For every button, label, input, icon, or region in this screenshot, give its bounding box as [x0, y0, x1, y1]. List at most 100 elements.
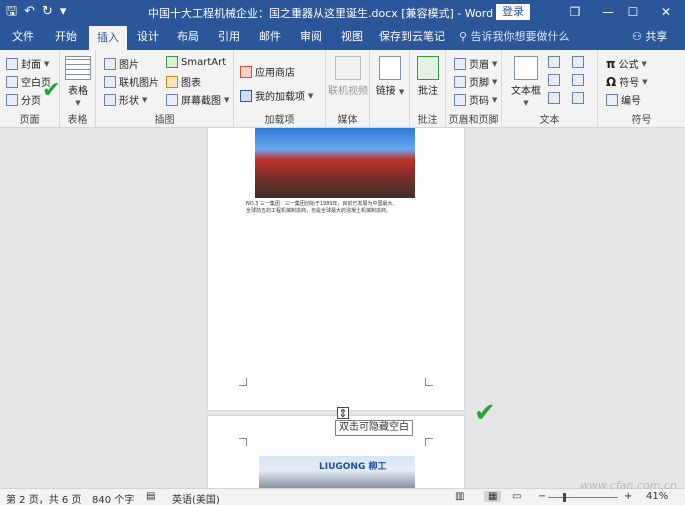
my-addins-icon — [240, 89, 252, 102]
quick-parts-icon[interactable] — [548, 56, 560, 68]
hide-white-space-icon[interactable]: ⇕ — [337, 407, 349, 420]
window-title: 中国十大工程机械企业：国之重器从这里诞生.docx [兼容模式] - Word — [148, 7, 494, 20]
cover-page-button[interactable]: 封面 ▼ — [6, 56, 49, 71]
group-header-footer: 页眉 ▼ 页脚 ▼ 页码 ▼ 页眉和页脚 — [446, 50, 502, 128]
zoom-slider-thumb[interactable] — [563, 493, 566, 502]
zoom-slider[interactable] — [548, 497, 618, 498]
ribbon-display-options-icon[interactable]: ❐ — [560, 2, 590, 22]
header-label: 页眉 — [469, 60, 489, 71]
smartart-label: SmartArt — [181, 56, 227, 68]
page-number-button[interactable]: 页码 ▼ — [454, 92, 497, 107]
online-picture-icon — [104, 75, 116, 88]
page-2[interactable]: NO.3 三一集团：三一集团创始于1989年，目前已发展为中国最大、 全球前五的… — [208, 128, 464, 410]
link-button[interactable]: 链接 ▼ — [374, 56, 406, 97]
shapes-label: 形状 — [119, 96, 139, 107]
read-mode-icon[interactable]: ▥ — [455, 491, 464, 502]
chevron-down-icon: ▼ — [224, 95, 230, 104]
tab-file[interactable]: 文件 — [4, 24, 42, 50]
comment-button[interactable]: 批注 — [414, 56, 442, 97]
screenshot-button[interactable]: 屏幕截图 ▼ — [166, 92, 229, 107]
search-placeholder: 告诉我你想要做什么 — [470, 30, 570, 43]
document-area[interactable]: NO.3 三一集团：三一集团创始于1989年，目前已发展为中国最大、 全球前五的… — [0, 128, 685, 488]
chart-button[interactable]: 图表 — [166, 74, 201, 89]
tab-view[interactable]: 视图 — [334, 24, 370, 50]
comment-icon — [417, 56, 439, 80]
tab-insert[interactable]: 插入 — [89, 26, 127, 50]
language[interactable]: 英语(美国) — [172, 491, 220, 505]
shapes-button[interactable]: 形状 ▼ — [104, 92, 147, 107]
store-button[interactable]: 应用商店 — [240, 64, 295, 79]
online-video-button[interactable]: 联机视频 — [328, 56, 368, 97]
web-layout-icon[interactable]: ▭ — [512, 491, 521, 502]
object-icon[interactable] — [572, 92, 584, 104]
group-label-illustrations: 插图 — [154, 115, 175, 126]
online-video-label: 联机视频 — [328, 86, 368, 97]
group-label-table: 表格 — [67, 115, 88, 126]
page-break-label: 分页 — [21, 96, 41, 107]
close-button[interactable]: ✕ — [651, 2, 681, 22]
chevron-down-icon: ▼ — [641, 59, 647, 68]
chevron-down-icon: ▼ — [492, 77, 498, 86]
chevron-down-icon: ▼ — [398, 88, 405, 96]
blank-page-icon — [6, 75, 18, 88]
tab-references[interactable]: 引用 — [211, 24, 247, 50]
maximize-button[interactable]: ☐ — [618, 2, 648, 22]
equation-button[interactable]: π 公式 ▼ — [606, 56, 647, 72]
share-button[interactable]: ⚇ 共享 — [632, 24, 667, 50]
online-picture-button[interactable]: 联机图片 — [104, 74, 159, 89]
chart-icon — [166, 75, 178, 88]
tell-me-search[interactable]: ⚲ 告诉我你想要做什么 — [459, 24, 570, 50]
tab-design[interactable]: 设计 — [130, 24, 166, 50]
table-button[interactable]: 表格 ▼ — [64, 56, 92, 108]
tab-save-to-cloud-note[interactable]: 保存到云笔记 — [374, 24, 450, 50]
textbox-label: 文本框 — [511, 86, 541, 97]
save-icon[interactable]: 🖫 — [6, 3, 17, 21]
search-icon: ⚲ — [459, 30, 471, 43]
number-button[interactable]: 编号 — [606, 92, 641, 107]
checkmark-icon: ✔ — [42, 78, 61, 103]
wordart-icon[interactable] — [548, 74, 560, 86]
textbox-button[interactable]: 文本框 ▼ — [508, 56, 544, 108]
proofing-icon[interactable]: ▤ — [146, 491, 155, 502]
my-addins-button[interactable]: 我的加载项 ▼ — [240, 88, 313, 103]
sany-photo — [255, 128, 415, 198]
tab-mailings[interactable]: 邮件 — [252, 24, 288, 50]
group-symbols: π 公式 ▼ Ω 符号 ▼ 编号 符号 — [598, 50, 685, 128]
customize-toolbar-icon[interactable]: ▾ — [60, 3, 67, 21]
zoom-level[interactable]: 41% — [646, 491, 668, 502]
page-count[interactable]: 第 2 页，共 6 页 — [6, 491, 81, 505]
picture-button[interactable]: 图片 — [104, 56, 139, 71]
group-label-pages: 页面 — [19, 115, 40, 126]
zoom-in-button[interactable]: + — [624, 491, 632, 502]
cover-page-icon — [6, 57, 18, 70]
date-time-icon[interactable] — [572, 74, 584, 86]
table-icon — [65, 56, 91, 80]
signature-line-icon[interactable] — [572, 56, 584, 68]
footer-button[interactable]: 页脚 ▼ — [454, 74, 497, 89]
tab-home[interactable]: 开始 — [46, 24, 86, 50]
smartart-button[interactable]: SmartArt — [166, 56, 226, 68]
header-button[interactable]: 页眉 ▼ — [454, 56, 497, 71]
chevron-down-icon: ▼ — [523, 99, 529, 107]
omega-icon: Ω — [606, 74, 617, 89]
caption-line-2: 全球前五的工程机械制造商，也是全球最大的混凝土机械制造商。 — [246, 208, 392, 214]
undo-icon[interactable]: ↶ — [24, 3, 35, 21]
liugong-photo: LIUGONG 柳工 — [259, 456, 415, 488]
screenshot-label: 屏幕截图 — [181, 96, 221, 107]
page-number-label: 页码 — [469, 96, 489, 107]
tab-review[interactable]: 审阅 — [293, 24, 329, 50]
symbol-button[interactable]: Ω 符号 ▼ — [606, 74, 648, 90]
drop-cap-icon[interactable] — [548, 92, 560, 104]
link-label: 链接 — [375, 86, 396, 97]
page-break-button[interactable]: 分页 — [6, 92, 41, 107]
print-layout-icon[interactable]: ▦ — [484, 491, 502, 502]
number-label: 编号 — [621, 96, 641, 107]
word-count[interactable]: 840 个字 — [92, 491, 134, 505]
login-button[interactable]: 登录 — [496, 4, 530, 20]
tab-layout[interactable]: 布局 — [170, 24, 206, 50]
zoom-out-button[interactable]: − — [538, 491, 546, 502]
group-label-media: 媒体 — [337, 115, 358, 126]
online-picture-label: 联机图片 — [119, 78, 159, 89]
redo-icon[interactable]: ↻ — [42, 3, 53, 21]
smartart-icon — [166, 56, 178, 68]
